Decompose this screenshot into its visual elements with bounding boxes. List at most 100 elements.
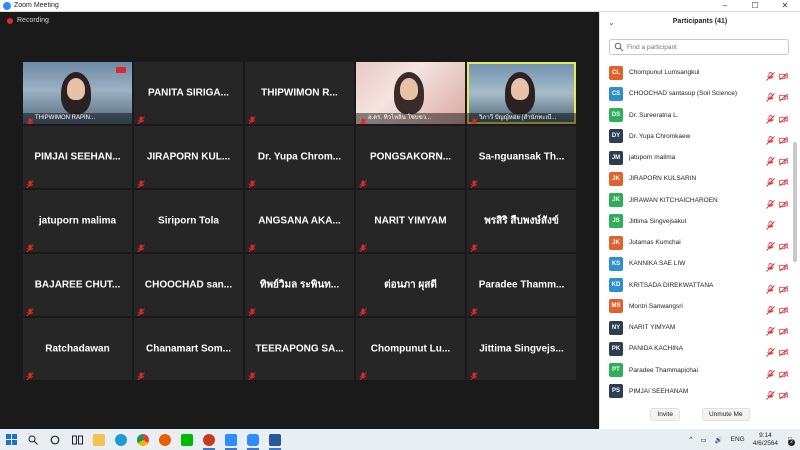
participant-tile[interactable]: CHOOCHAD san... [134,254,243,316]
participant-list-item[interactable]: JM jatuporn malima [600,147,790,168]
network-icon[interactable]: ▭ [700,436,706,444]
participant-tile-name: Siriporn Tola [158,215,219,227]
participant-list-item[interactable]: KS KANNIKA SAE LIW [600,253,790,274]
participant-tile[interactable]: Chanamart Som... [134,318,243,380]
participant-tile-name: jatuporn malima [38,215,117,227]
participant-tile-name: JIRAPORN KUL... [146,151,231,163]
notification-center-button[interactable]: □ 2 [788,436,795,446]
zoom-taskbar-button[interactable] [220,429,242,450]
line-app-button[interactable] [176,429,198,450]
participant-tile[interactable]: Paradee Thamm... [467,254,576,316]
participant-search-box[interactable] [609,39,789,55]
participant-list-item[interactable]: DY Dr. Yupa Chromkaew [600,126,790,147]
edge-browser-button[interactable] [110,429,132,450]
minimize-button[interactable]: – [710,0,740,12]
participant-tile[interactable]: THIPWIMON RAPIN... [23,62,132,124]
muted-mic-icon [137,368,145,380]
participant-face [511,78,529,100]
video-off-icon[interactable] [779,387,788,405]
participant-list-item[interactable]: JK JIRAPORN KULSARIN [600,168,790,189]
participant-tile[interactable]: Chompunut Lu... [356,318,465,380]
participant-tile[interactable]: ทิพย์วิมล ระพินท... [245,254,354,316]
avatar: JK [609,235,623,250]
participant-tile-name: Jittima Singvejs... [479,343,564,355]
participant-tile[interactable]: Sa-nguansak Th... [467,126,576,188]
participant-tile[interactable]: Dr. Yupa Chrom... [245,126,354,188]
participant-list-item[interactable]: NY NARIT YIMYAM [600,317,790,338]
participant-list-item[interactable]: JS Jittima Singvejsakul [600,211,790,232]
video-gallery: Recording THIPWIMON RAPIN... PANITA SIRIG… [0,12,599,429]
muted-mic-icon[interactable] [766,387,775,405]
powerpoint-button[interactable] [198,429,220,450]
participant-name: Paradee Thammapichai [629,366,698,374]
participant-tile-name: ต่อนภา ผุสดี [384,279,437,291]
maximize-button[interactable]: ☐ [740,0,770,12]
participant-name: Montri Sanwangsri [629,302,683,310]
muted-mic-icon [359,240,367,252]
participant-tile-name: Chanamart Som... [145,343,232,355]
participant-tile[interactable]: ต่อนภา ผุสดี [356,254,465,316]
participant-tile[interactable]: JIRAPORN KUL... [134,126,243,188]
recording-label: Recording [17,17,49,24]
volume-icon[interactable]: 🔊 [715,436,723,444]
participant-list-item[interactable]: KD KRITSADA DIREKWATTANA [600,275,790,296]
window-title: Zoom Meeting [14,2,59,9]
tray-overflow-chevron[interactable]: ^ [689,436,692,443]
participant-list-item[interactable]: PK PANIDA KACHINA [600,338,790,359]
participant-list-scrollbar[interactable] [793,142,797,262]
chrome-icon [137,433,149,446]
muted-mic-icon [26,304,34,316]
search-taskbar-button[interactable] [22,429,44,450]
participant-tile[interactable]: NARIT YIMYAM [356,190,465,252]
invite-button[interactable]: Invite [650,408,680,421]
file-explorer-button[interactable] [88,429,110,450]
participant-tile[interactable]: วิภาวี ปัญญ์หอ่ย (สำนักทะเบี... [467,62,576,124]
participant-tile[interactable]: jatuporn malima [23,190,132,252]
unmute-me-button[interactable]: Unmute Me [701,408,750,421]
participant-list-item[interactable]: PS PIMJAI SEEHANAM [600,381,790,402]
avatar: JM [609,150,623,165]
participant-tile[interactable]: อ.ดร. ทิวไหลิน โชบขว... [356,62,465,124]
participant-name: PIMJAI SEEHANAM [629,387,689,395]
cortana-button[interactable] [44,429,66,450]
participant-tile[interactable]: Jittima Singvejs... [467,318,576,380]
participant-list-item[interactable]: PT Paradee Thammapichai [600,360,790,381]
participant-search-input[interactable] [627,43,777,51]
participant-tile[interactable]: TEERAPONG SA... [245,318,354,380]
participant-tile[interactable]: PANITA SIRIGA... [134,62,243,124]
participant-tile[interactable]: Siriporn Tola [134,190,243,252]
zoom-video-button[interactable] [242,429,264,450]
windows-logo-icon [5,434,17,445]
participant-tile[interactable]: พรสิริ สืบพงษ์สังข์ [467,190,576,252]
close-button[interactable]: ✕ [770,0,800,12]
participant-list-item[interactable]: MS Montri Sanwangsri [600,296,790,317]
participant-list-item[interactable]: CL Chompunut Lumsangkul [600,62,790,83]
participant-list-item[interactable]: CS CHOOCHAD santasup (Soil Science) [600,83,790,104]
participant-tile[interactable]: PIMJAI SEEHAN... [23,126,132,188]
title-bar: Zoom Meeting – ☐ ✕ [0,0,800,12]
start-button[interactable] [0,429,22,450]
participant-list-item[interactable]: JK JIRAWAN KITCHAICHAROEN [600,190,790,211]
chrome-browser-button[interactable] [132,429,154,450]
participant-tile[interactable]: PONGSAKORN... [356,126,465,188]
firefox-icon [159,433,171,446]
participant-tile[interactable]: ANGSANA AKA... [245,190,354,252]
task-view-button[interactable] [66,429,88,450]
muted-mic-icon [359,368,367,380]
folder-icon [93,433,105,446]
clock[interactable]: 9:14 4/6/2564 [753,432,778,448]
muted-mic-icon [359,176,367,188]
participant-tile[interactable]: Ratchadawan [23,318,132,380]
participant-tile[interactable]: BAJAREE CHUT... [23,254,132,316]
participant-list-item[interactable]: JK Jutamas Kumchai [600,232,790,253]
firefox-button[interactable] [154,429,176,450]
participant-list-item[interactable]: DS Dr. Sureeratna L. [600,105,790,126]
participants-title: Participants (41) [672,18,728,25]
recording-indicator[interactable]: Recording [7,17,49,24]
muted-mic-icon [26,240,34,252]
muted-mic-icon [26,114,34,124]
word-button[interactable] [264,429,286,450]
participant-tile[interactable]: THIPWIMON R... [245,62,354,124]
language-indicator[interactable]: ENG [731,436,745,443]
participant-tile-name: Dr. Yupa Chrom... [257,151,342,163]
